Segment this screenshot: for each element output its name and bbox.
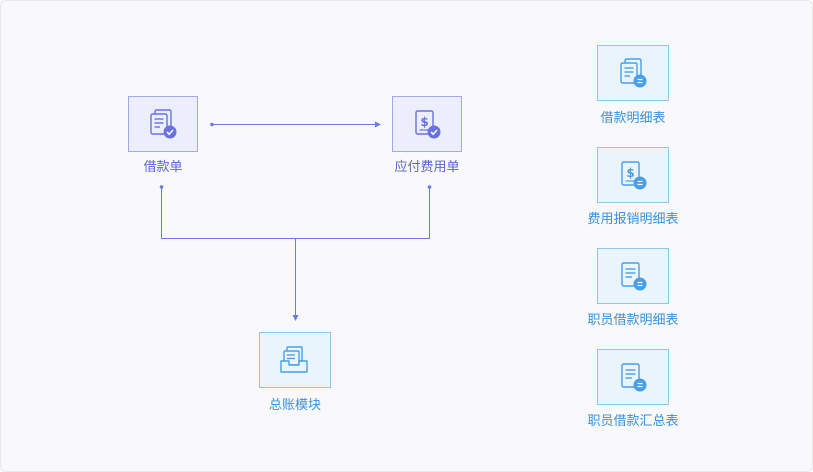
- svg-text:$: $: [626, 166, 634, 180]
- report-staff-loan-detail[interactable]: [597, 248, 669, 304]
- node-loan-form-label: 借款单: [143, 160, 183, 175]
- document-badge-icon: [620, 58, 647, 88]
- node-general-ledger-label: 总账模块: [268, 398, 321, 413]
- report-expense-reimbursement-detail-label: 费用报销明细表: [587, 212, 679, 227]
- arrowhead-right: [375, 121, 381, 128]
- connector-dot: [159, 185, 164, 189]
- report-staff-loan-detail-label: 职员借款明细表: [587, 313, 679, 328]
- connector-layer: [159, 121, 432, 321]
- report-loan-detail[interactable]: [597, 45, 669, 101]
- node-general-ledger[interactable]: [259, 332, 331, 388]
- dollar-document-badge-icon: $: [621, 161, 647, 190]
- report-expense-reimbursement-detail[interactable]: $: [597, 147, 669, 203]
- report-staff-loan-summary-label: 职员借款汇总表: [587, 414, 679, 429]
- report-staff-loan-summary[interactable]: [597, 349, 669, 405]
- document-badge-icon: [621, 363, 647, 392]
- node-payable-expense-form[interactable]: $: [392, 96, 462, 152]
- arrowhead-down: [292, 315, 299, 321]
- connector-dot: [427, 185, 432, 189]
- node-loan-form[interactable]: [128, 96, 198, 152]
- node-payable-expense-form-label: 应付费用单: [394, 160, 460, 175]
- connector-dot: [210, 122, 214, 127]
- document-badge-icon: [621, 262, 647, 291]
- dollar-document-check-icon: $: [415, 110, 441, 139]
- report-loan-detail-label: 借款明细表: [600, 111, 666, 126]
- document-check-icon: [150, 109, 177, 139]
- inbox-tray-icon: [280, 346, 308, 373]
- svg-text:$: $: [420, 115, 428, 129]
